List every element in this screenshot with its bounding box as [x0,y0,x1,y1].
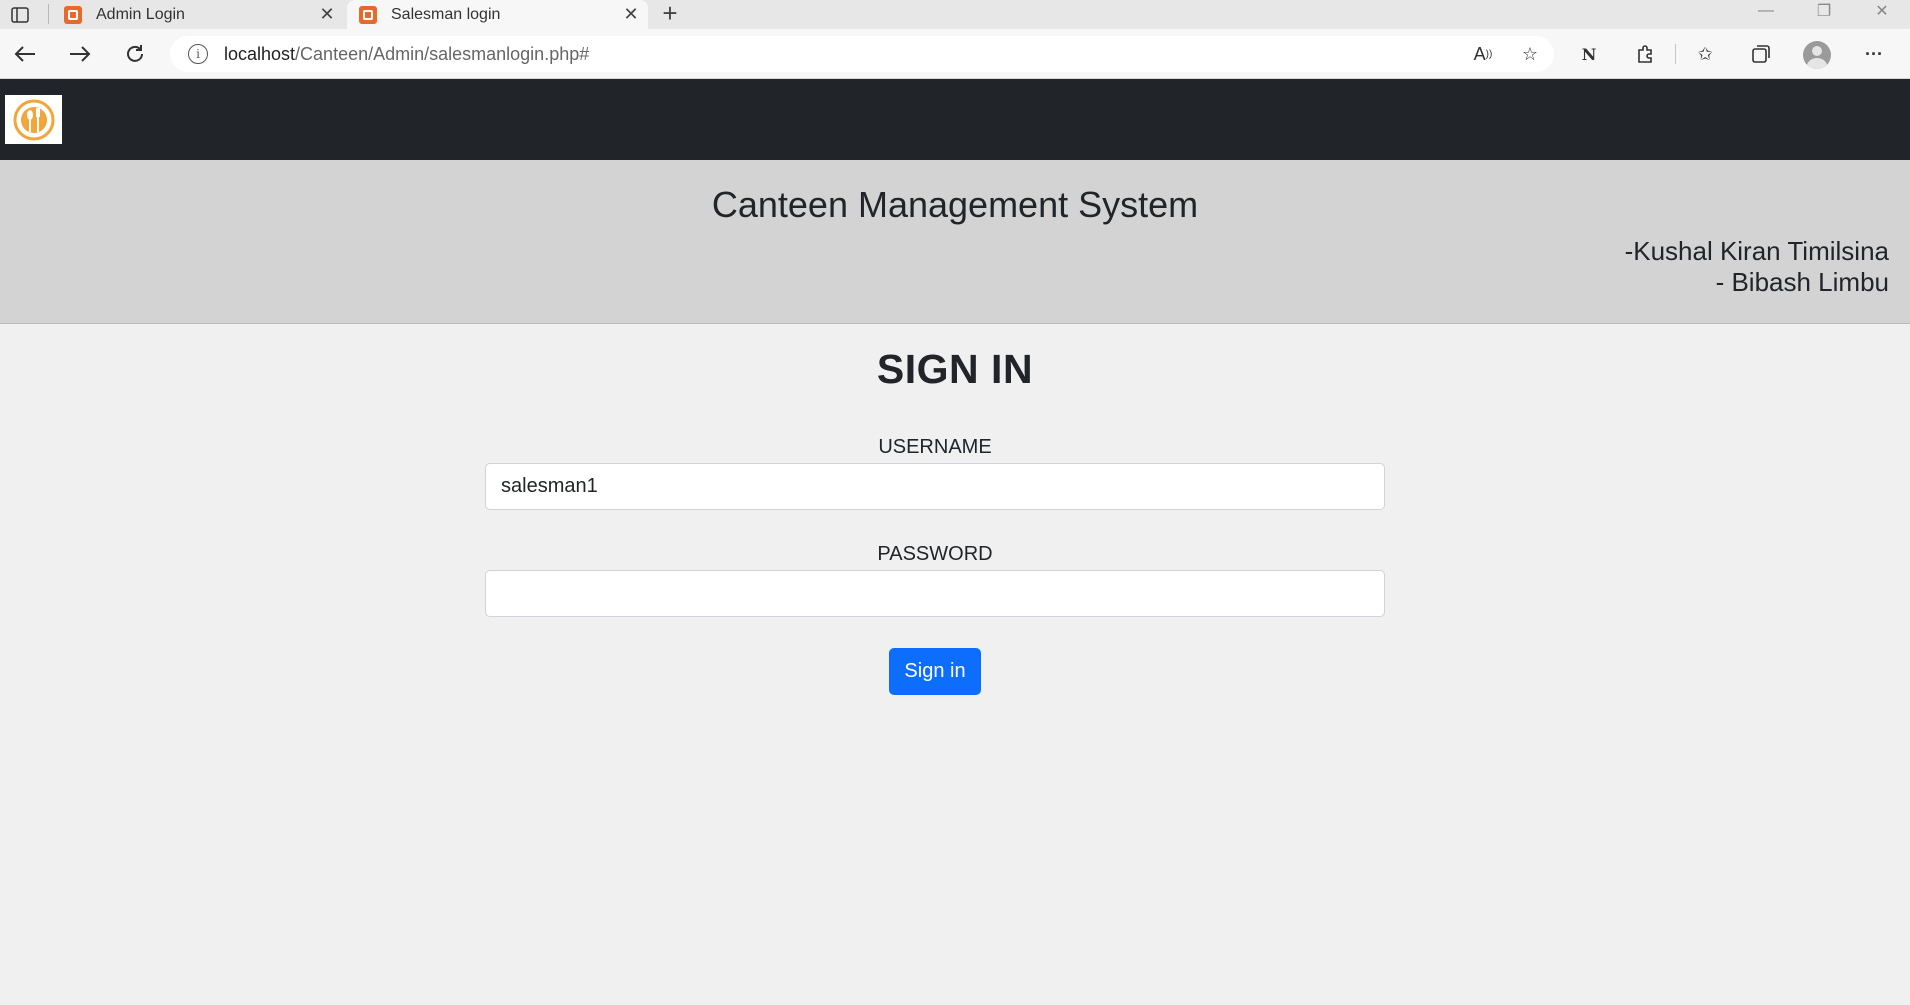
close-icon[interactable]: ✕ [620,4,642,26]
hero-banner: Canteen Management System -Kushal Kiran … [0,160,1910,324]
page-title: Canteen Management System [711,184,1199,225]
back-arrow-icon[interactable] [10,40,40,68]
site-navbar [0,79,1910,160]
username-label: USERNAME [878,436,992,458]
xampp-favicon-icon [64,5,82,24]
tab-actions-icon[interactable] [8,5,32,25]
profile-avatar[interactable] [1803,41,1831,69]
window-close-icon[interactable]: ✕ [1860,0,1904,22]
refresh-icon[interactable] [120,40,150,68]
minimize-icon[interactable]: — [1744,0,1788,22]
tab-label: Admin Login [96,5,185,23]
tab-admin-login[interactable]: Admin Login ✕ [52,0,344,29]
canteen-logo[interactable] [5,95,62,144]
collections-icon[interactable] [1746,40,1776,68]
tab-separator [48,4,49,24]
author-name: - Bibash Limbu [1715,267,1889,297]
tab-label: Salesman login [391,5,501,23]
add-favorite-icon[interactable]: ☆ [1515,40,1545,68]
password-label: PASSWORD [877,543,993,565]
password-field[interactable] [485,570,1385,617]
author-name: -Kushal Kiran Timilsina [1624,236,1889,266]
toolbar-separator [1675,44,1676,64]
url-text[interactable]: localhost/Canteen/Admin/salesmanlogin.ph… [224,44,589,65]
extension-n-icon[interactable]: N [1574,40,1604,68]
more-menu-icon[interactable]: ··· [1859,40,1889,68]
signin-heading: SIGN IN [876,346,1034,392]
site-info-icon[interactable]: i [188,44,208,64]
address-bar[interactable]: i localhost/Canteen/Admin/salesmanlogin.… [170,36,1554,72]
restore-icon[interactable]: ❐ [1802,0,1846,22]
forward-arrow-icon[interactable] [65,40,95,68]
extensions-puzzle-icon[interactable] [1630,40,1660,68]
tab-salesman-login[interactable]: Salesman login ✕ [347,0,648,29]
username-field[interactable]: salesman1 [485,463,1385,510]
favorites-icon[interactable]: ✩ [1690,40,1720,68]
authors-block: -Kushal Kiran Timilsina - Bibash Limbu [1625,236,1889,298]
new-tab-plus-icon[interactable]: + [656,0,684,28]
read-aloud-icon[interactable]: A)) [1468,40,1498,68]
close-icon[interactable]: ✕ [316,4,338,26]
xampp-favicon-icon [359,5,377,24]
browser-tab-strip: Admin Login ✕ Salesman login ✕ + — ❐ ✕ [0,0,1910,29]
address-toolbar: i localhost/Canteen/Admin/salesmanlogin.… [0,29,1910,79]
sign-in-button[interactable]: Sign in [889,648,981,695]
